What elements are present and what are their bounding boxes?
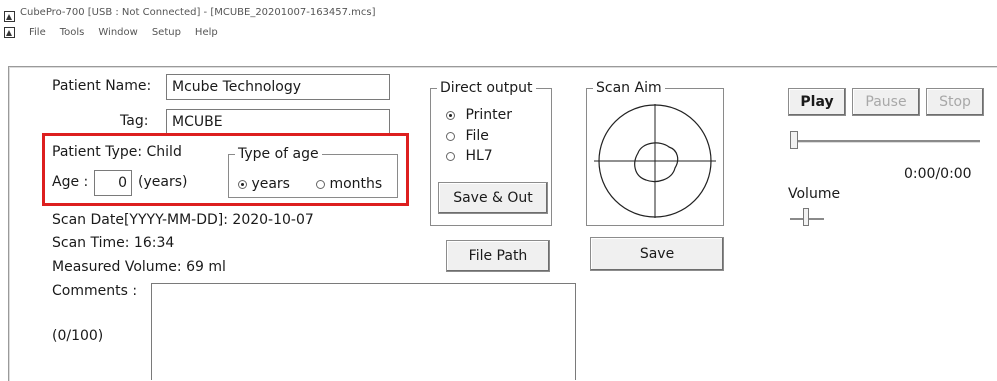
radio-years[interactable] bbox=[238, 179, 247, 189]
age-type-years[interactable]: years bbox=[238, 176, 290, 192]
menu-bar: File Tools Window Setup Help bbox=[4, 24, 226, 40]
volume-label: Volume bbox=[788, 186, 841, 202]
menu-help[interactable]: Help bbox=[195, 27, 218, 38]
age-unit: (years) bbox=[138, 174, 188, 190]
tag-field[interactable]: MCUBE bbox=[166, 109, 390, 135]
output-hl7[interactable]: HL7 bbox=[446, 148, 493, 164]
output-file[interactable]: File bbox=[446, 128, 489, 144]
play-button[interactable]: Play bbox=[788, 88, 846, 116]
scan-aim-title: Scan Aim bbox=[593, 79, 665, 97]
age-field[interactable]: 0 bbox=[94, 170, 132, 196]
position-slider-track[interactable] bbox=[790, 140, 980, 143]
tag-label: Tag: bbox=[120, 113, 149, 129]
stop-button[interactable]: Stop bbox=[926, 88, 984, 116]
position-slider-thumb[interactable] bbox=[790, 131, 798, 149]
pause-button[interactable]: Pause bbox=[852, 88, 920, 116]
direct-output-title: Direct output bbox=[437, 79, 536, 97]
radio-file[interactable] bbox=[446, 131, 455, 141]
scan-outline bbox=[634, 142, 679, 183]
age-type-months[interactable]: months bbox=[316, 176, 382, 192]
radio-printer[interactable] bbox=[446, 110, 455, 120]
comments-field[interactable] bbox=[151, 283, 576, 380]
scan-time: Scan Time: 16:34 bbox=[52, 235, 175, 251]
menu-file[interactable]: File bbox=[29, 27, 46, 38]
menu-window[interactable]: Window bbox=[98, 27, 137, 38]
save-and-out-button[interactable]: Save & Out bbox=[438, 182, 548, 214]
menu-tools[interactable]: Tools bbox=[60, 27, 85, 38]
menu-setup[interactable]: Setup bbox=[152, 27, 181, 38]
radio-months[interactable] bbox=[316, 179, 325, 189]
age-label: Age : bbox=[52, 174, 89, 190]
measured-volume: Measured Volume: 69 ml bbox=[52, 259, 226, 275]
patient-type: Patient Type: Child bbox=[52, 144, 182, 160]
age-type-group-title: Type of age bbox=[235, 145, 322, 163]
comments-count: (0/100) bbox=[52, 328, 104, 344]
comments-label: Comments : bbox=[52, 283, 138, 299]
scan-aim-display bbox=[594, 104, 716, 218]
window-title: CubePro-700 [USB : Not Connected] - [MCU… bbox=[20, 6, 376, 18]
volume-slider-thumb[interactable] bbox=[802, 208, 809, 226]
scan-date: Scan Date[YYYY-MM-DD]: 2020-10-07 bbox=[52, 212, 314, 228]
output-printer[interactable]: Printer bbox=[446, 107, 512, 123]
patient-name-field[interactable]: Mcube Technology bbox=[166, 74, 390, 100]
time-display: 0:00/0:00 bbox=[904, 166, 972, 182]
file-path-button[interactable]: File Path bbox=[446, 240, 550, 272]
app-icon bbox=[4, 7, 15, 22]
patient-name-label: Patient Name: bbox=[52, 78, 152, 94]
save-button[interactable]: Save bbox=[590, 237, 724, 271]
app-menu-icon[interactable] bbox=[4, 26, 15, 38]
radio-hl7[interactable] bbox=[446, 151, 455, 161]
title-bar: CubePro-700 [USB : Not Connected] - [MCU… bbox=[4, 4, 376, 22]
